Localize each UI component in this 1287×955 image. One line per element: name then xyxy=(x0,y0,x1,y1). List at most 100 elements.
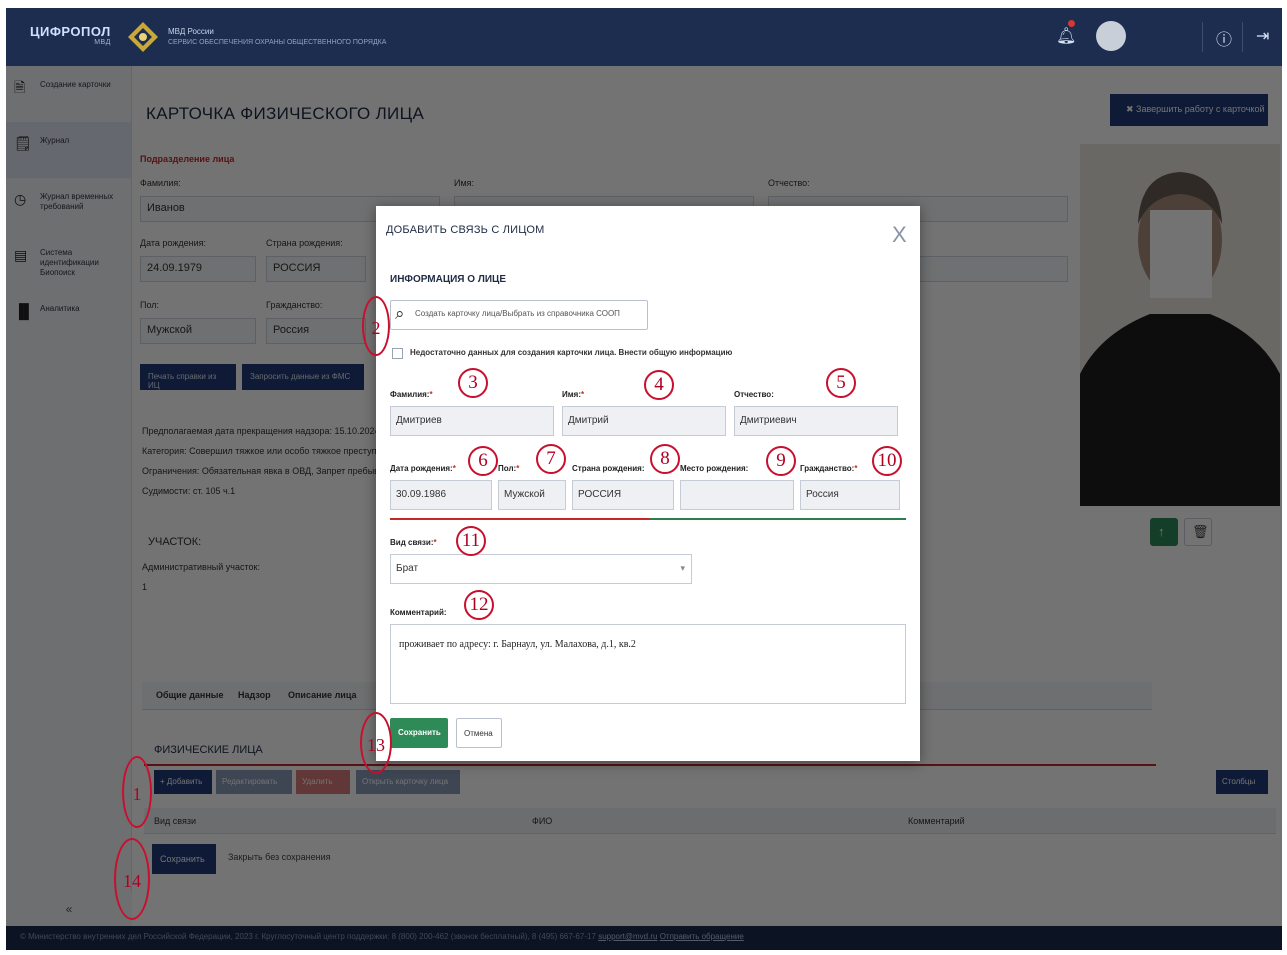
support-email-link[interactable]: support@mvd.ru xyxy=(598,932,657,941)
bar-chart-icon: ▐▌ xyxy=(14,303,34,319)
person-photo xyxy=(1080,144,1280,506)
section-divider xyxy=(144,764,1156,766)
birth-country-field[interactable]: РОССИЯ xyxy=(572,480,674,510)
citizenship-select[interactable]: Россия xyxy=(800,480,900,510)
close-icon: ✖ xyxy=(1126,104,1137,114)
tab-supervision[interactable]: Надзор xyxy=(238,690,271,700)
feedback-link[interactable]: Отправить обращение xyxy=(660,932,744,941)
divider-red xyxy=(390,518,650,520)
app-window: ЦИФРОПОЛ МВД МВД России СЕРВИС ОБЕСПЕЧЕН… xyxy=(6,8,1282,950)
birth-date-label-text: Дата рождения: xyxy=(390,464,453,473)
required-mark: * xyxy=(516,464,520,473)
close-without-save-button[interactable]: Закрыть без сохранения xyxy=(228,852,331,862)
add-relation-dialog: ДОБАВИТЬ СВЯЗЬ С ЛИЦОМ X ИНФОРМАЦИЯ О ЛИ… xyxy=(360,206,920,774)
sidebar-item-journal[interactable]: 🗒 Журнал xyxy=(6,122,131,178)
id-card-icon: ▤ xyxy=(14,247,28,263)
sex-select[interactable]: Мужской xyxy=(140,318,256,344)
upload-photo-button[interactable]: ↑ xyxy=(1150,518,1178,546)
plus-icon: + xyxy=(160,777,167,786)
logout-icon[interactable]: ⇥ xyxy=(1256,26,1269,46)
finish-card-button[interactable]: ✖ Завершить работу с карточкой xyxy=(1110,94,1268,126)
citizenship-label-text: Гражданство: xyxy=(800,464,855,473)
delete-photo-button[interactable]: 🗑︎ xyxy=(1184,518,1212,546)
birth-date-label: Дата рождения:* xyxy=(390,464,456,473)
birth-country-label: Страна рождения: xyxy=(572,464,645,473)
sidebar-item-temp-requirements[interactable]: ◷ Журнал временных требований xyxy=(6,178,131,234)
surname-field[interactable]: Дмитриев xyxy=(390,406,554,436)
tab-general[interactable]: Общие данные xyxy=(156,690,223,700)
tab-description[interactable]: Описание лица xyxy=(288,690,356,700)
birth-country-field[interactable]: РОССИЯ xyxy=(266,256,366,282)
name-field[interactable]: Дмитрий xyxy=(562,406,726,436)
sidebar-item-label: Система идентификации Биопоиск xyxy=(40,248,99,277)
surname-label: Фамилия: xyxy=(140,178,181,188)
sidebar-item-label: Журнал временных требований xyxy=(40,192,114,211)
name-label: Имя:* xyxy=(562,390,584,399)
user-avatar[interactable] xyxy=(1096,21,1126,51)
required-mark: * xyxy=(429,390,433,399)
annotation-14: 14 xyxy=(114,838,150,920)
person-silhouette xyxy=(1080,144,1280,506)
org-name: МВД России СЕРВИС ОБЕСПЕЧЕНИЯ ОХРАНЫ ОБЩ… xyxy=(168,26,386,48)
header-divider xyxy=(1202,22,1203,52)
sidebar-item-analytics[interactable]: ▐▌ Аналитика xyxy=(6,290,131,346)
print-certificate-button[interactable]: Печать справки из ИЦ xyxy=(140,364,236,390)
close-icon[interactable]: X xyxy=(892,224,907,246)
sidebar-item-create-card[interactable]: 🗎 Создание карточки xyxy=(6,66,131,122)
birth-place-field[interactable] xyxy=(680,480,794,510)
dialog-save-button[interactable]: Сохранить xyxy=(390,718,448,748)
relation-value: Брат xyxy=(396,563,419,574)
sidebar: 🗎 Создание карточки 🗒 Журнал ◷ Журнал вр… xyxy=(6,66,132,892)
birth-place-label: Место рождения: xyxy=(680,464,749,473)
upload-icon: ↑ xyxy=(1158,524,1165,539)
column-header-relation[interactable]: Вид связи xyxy=(154,816,196,826)
citizenship-select[interactable]: Россия xyxy=(266,318,366,344)
search-placeholder: Создать карточку лица/Выбрать из справоч… xyxy=(415,309,620,318)
required-mark: * xyxy=(433,538,437,547)
person-search-input[interactable]: ⌕ Создать карточку лица/Выбрать из справ… xyxy=(390,300,648,330)
help-icon[interactable]: ⓘ xyxy=(1216,26,1232,50)
birth-date-field[interactable]: 24.09.1979 xyxy=(140,256,256,282)
clock-icon: ◷ xyxy=(14,191,27,207)
sidebar-item-label: Создание карточки xyxy=(40,80,111,89)
logo-text: ЦИФРОПОЛ xyxy=(30,24,111,39)
footer: © Министерство внутренних дел Российской… xyxy=(6,926,1282,950)
annotation-5: 5 xyxy=(826,368,856,398)
dialog-title: ДОБАВИТЬ СВЯЗЬ С ЛИЦОМ xyxy=(386,224,545,236)
page-title: КАРТОЧКА ФИЗИЧЕСКОГО ЛИЦА xyxy=(146,104,425,123)
open-card-button[interactable]: Открыть карточку лица xyxy=(356,770,460,794)
subsection-title: ФИЗИЧЕСКИЕ ЛИЦА xyxy=(154,744,263,756)
app-logo[interactable]: ЦИФРОПОЛ МВД xyxy=(30,24,111,46)
bell-icon[interactable]: 🔔︎ xyxy=(1056,26,1076,46)
relation-type-select[interactable]: Брат ▾ xyxy=(390,554,692,584)
insufficient-data-checkbox[interactable] xyxy=(392,348,403,359)
columns-button[interactable]: Столбцы xyxy=(1216,770,1268,794)
comment-textarea[interactable]: проживает по адресу: г. Барнаул, ул. Мал… xyxy=(390,624,906,704)
add-label: Добавить xyxy=(166,777,203,786)
save-card-button[interactable]: Сохранить xyxy=(152,844,216,874)
surname-label-text: Фамилия: xyxy=(390,390,430,399)
sidebar-collapse-button[interactable]: « xyxy=(6,892,132,926)
edit-button[interactable]: Редактировать xyxy=(216,770,292,794)
relations-table-header: Вид связи ФИО Комментарий xyxy=(144,808,1276,834)
column-header-comment[interactable]: Комментарий xyxy=(908,816,965,826)
dialog-cancel-button[interactable]: Отмена xyxy=(456,718,502,748)
request-fms-button[interactable]: Запросить данные из ФМС xyxy=(242,364,364,390)
required-mark: * xyxy=(581,390,585,399)
annotation-1: 1 xyxy=(122,756,152,828)
annotation-3: 3 xyxy=(458,368,488,398)
annotation-11: 11 xyxy=(456,526,486,556)
sex-select[interactable]: Мужской xyxy=(498,480,566,510)
name-label-text: Имя: xyxy=(562,390,581,399)
sex-label-text: Пол: xyxy=(498,464,517,473)
add-button[interactable]: + Добавить xyxy=(154,770,212,794)
patronymic-label: Отчество: xyxy=(768,178,810,188)
birth-date-field[interactable]: 30.09.1986 xyxy=(390,480,492,510)
birth-country-label: Страна рождения: xyxy=(266,238,343,248)
delete-button[interactable]: Удалить xyxy=(296,770,350,794)
sidebar-item-identification[interactable]: ▤ Система идентификации Биопоиск xyxy=(6,234,131,290)
birth-date-label: Дата рождения: xyxy=(140,238,206,248)
patronymic-field[interactable]: Дмитриевич xyxy=(734,406,898,436)
column-header-fio[interactable]: ФИО xyxy=(532,816,552,826)
annotation-2: 2 xyxy=(362,296,390,356)
